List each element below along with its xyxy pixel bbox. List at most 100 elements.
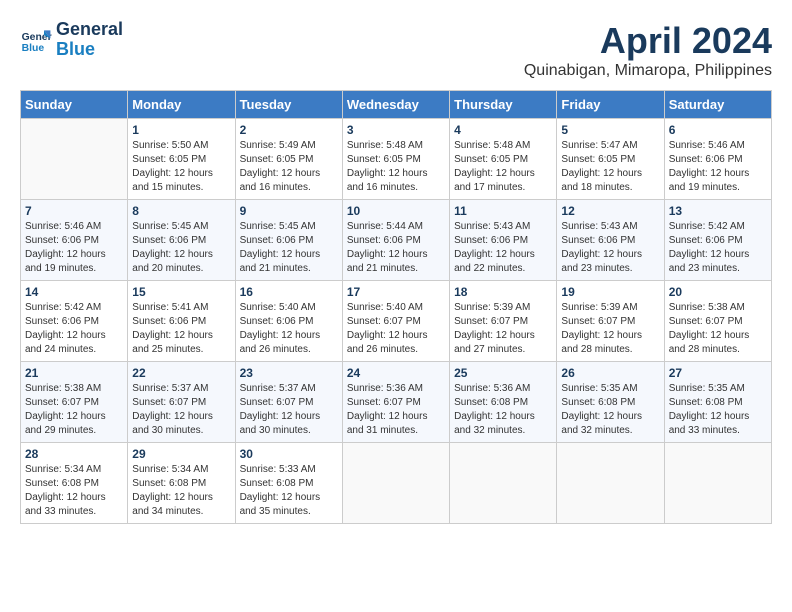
calendar-cell: 29 Sunrise: 5:34 AM Sunset: 6:08 PM Dayli… — [128, 443, 235, 524]
day-info: Sunrise: 5:40 AM Sunset: 6:07 PM Dayligh… — [347, 301, 445, 357]
day-info: Sunrise: 5:36 AM Sunset: 6:07 PM Dayligh… — [347, 382, 445, 438]
calendar-cell: 7Sunrise: 5:46 AM Sunset: 6:06 PM Daylig… — [21, 200, 128, 281]
calendar-cell: 27 Sunrise: 5:35 AM Sunset: 6:08 PM Dayli… — [664, 362, 771, 443]
day-number: 16 — [240, 285, 338, 299]
calendar-cell: 23Sunrise: 5:37 AM Sunset: 6:07 PM Dayli… — [235, 362, 342, 443]
day-number: 4 — [454, 123, 552, 137]
day-number: 22 — [132, 366, 230, 380]
calendar-cell: 26 Sunrise: 5:35 AM Sunset: 6:08 PM Dayli… — [557, 362, 664, 443]
weekday-header-cell: Wednesday — [342, 91, 449, 119]
calendar-cell: 30 Sunrise: 5:33 AM Sunset: 6:08 PM Dayli… — [235, 443, 342, 524]
logo-line2: Blue — [56, 40, 123, 60]
day-info: Sunrise: 5:39 AM Sunset: 6:07 PM Dayligh… — [561, 301, 659, 357]
weekday-header-cell: Tuesday — [235, 91, 342, 119]
day-info: Sunrise: 5:35 AM Sunset: 6:08 PM Dayligh… — [561, 382, 659, 438]
day-info: Sunrise: 5:48 AM Sunset: 6:05 PM Dayligh… — [347, 139, 445, 195]
day-number: 30 — [240, 447, 338, 461]
calendar-cell: 17 Sunrise: 5:40 AM Sunset: 6:07 PM Dayli… — [342, 281, 449, 362]
day-info: Sunrise: 5:33 AM Sunset: 6:08 PM Dayligh… — [240, 463, 338, 519]
day-info: Sunrise: 5:46 AM Sunset: 6:06 PM Dayligh… — [669, 139, 767, 195]
day-number: 14 — [25, 285, 123, 299]
calendar-cell: 16 Sunrise: 5:40 AM Sunset: 6:06 PM Dayli… — [235, 281, 342, 362]
calendar-cell: 10Sunrise: 5:44 AM Sunset: 6:06 PM Dayli… — [342, 200, 449, 281]
day-number: 13 — [669, 204, 767, 218]
calendar-cell: 11 Sunrise: 5:43 AM Sunset: 6:06 PM Dayli… — [450, 200, 557, 281]
day-number: 6 — [669, 123, 767, 137]
calendar-cell: 13 Sunrise: 5:42 AM Sunset: 6:06 PM Dayli… — [664, 200, 771, 281]
calendar-cell: 15 Sunrise: 5:41 AM Sunset: 6:06 PM Dayli… — [128, 281, 235, 362]
calendar-cell: 19 Sunrise: 5:39 AM Sunset: 6:07 PM Dayli… — [557, 281, 664, 362]
calendar-cell: 28Sunrise: 5:34 AM Sunset: 6:08 PM Dayli… — [21, 443, 128, 524]
day-number: 2 — [240, 123, 338, 137]
calendar-cell: 20 Sunrise: 5:38 AM Sunset: 6:07 PM Dayli… — [664, 281, 771, 362]
calendar-week-row: 28Sunrise: 5:34 AM Sunset: 6:08 PM Dayli… — [21, 443, 772, 524]
calendar-cell: 9 Sunrise: 5:45 AM Sunset: 6:06 PM Daylig… — [235, 200, 342, 281]
day-info: Sunrise: 5:48 AM Sunset: 6:05 PM Dayligh… — [454, 139, 552, 195]
logo-line1: General — [56, 20, 123, 40]
title-area: April 2024 Quinabigan, Mimaropa, Philipp… — [524, 20, 772, 80]
day-number: 1 — [132, 123, 230, 137]
header: General Blue General Blue April 2024 Qui… — [20, 20, 772, 80]
calendar-cell: 21Sunrise: 5:38 AM Sunset: 6:07 PM Dayli… — [21, 362, 128, 443]
day-info: Sunrise: 5:50 AM Sunset: 6:05 PM Dayligh… — [132, 139, 230, 195]
day-number: 27 — [669, 366, 767, 380]
calendar-week-row: 21Sunrise: 5:38 AM Sunset: 6:07 PM Dayli… — [21, 362, 772, 443]
calendar-cell: 8Sunrise: 5:45 AM Sunset: 6:06 PM Daylig… — [128, 200, 235, 281]
calendar-cell: 2 Sunrise: 5:49 AM Sunset: 6:05 PM Daylig… — [235, 119, 342, 200]
day-info: Sunrise: 5:49 AM Sunset: 6:05 PM Dayligh… — [240, 139, 338, 195]
location-title: Quinabigan, Mimaropa, Philippines — [524, 62, 772, 80]
day-number: 12 — [561, 204, 659, 218]
day-info: Sunrise: 5:40 AM Sunset: 6:06 PM Dayligh… — [240, 301, 338, 357]
day-info: Sunrise: 5:42 AM Sunset: 6:06 PM Dayligh… — [669, 220, 767, 276]
day-info: Sunrise: 5:47 AM Sunset: 6:05 PM Dayligh… — [561, 139, 659, 195]
calendar-cell: 3 Sunrise: 5:48 AM Sunset: 6:05 PM Daylig… — [342, 119, 449, 200]
day-info: Sunrise: 5:45 AM Sunset: 6:06 PM Dayligh… — [132, 220, 230, 276]
day-number: 17 — [347, 285, 445, 299]
svg-text:Blue: Blue — [22, 43, 45, 54]
day-number: 11 — [454, 204, 552, 218]
day-info: Sunrise: 5:38 AM Sunset: 6:07 PM Dayligh… — [669, 301, 767, 357]
day-number: 15 — [132, 285, 230, 299]
calendar-cell: 5 Sunrise: 5:47 AM Sunset: 6:05 PM Daylig… — [557, 119, 664, 200]
weekday-header-row: SundayMondayTuesdayWednesdayThursdayFrid… — [21, 91, 772, 119]
calendar-week-row: 7Sunrise: 5:46 AM Sunset: 6:06 PM Daylig… — [21, 200, 772, 281]
month-title: April 2024 — [524, 20, 772, 62]
day-number: 20 — [669, 285, 767, 299]
day-number: 26 — [561, 366, 659, 380]
day-info: Sunrise: 5:44 AM Sunset: 6:06 PM Dayligh… — [347, 220, 445, 276]
day-info: Sunrise: 5:34 AM Sunset: 6:08 PM Dayligh… — [25, 463, 123, 519]
weekday-header-cell: Monday — [128, 91, 235, 119]
day-number: 24 — [347, 366, 445, 380]
day-info: Sunrise: 5:36 AM Sunset: 6:08 PM Dayligh… — [454, 382, 552, 438]
calendar-cell: 14Sunrise: 5:42 AM Sunset: 6:06 PM Dayli… — [21, 281, 128, 362]
day-number: 25 — [454, 366, 552, 380]
day-info: Sunrise: 5:35 AM Sunset: 6:08 PM Dayligh… — [669, 382, 767, 438]
day-number: 19 — [561, 285, 659, 299]
day-info: Sunrise: 5:43 AM Sunset: 6:06 PM Dayligh… — [454, 220, 552, 276]
calendar-cell — [664, 443, 771, 524]
day-info: Sunrise: 5:39 AM Sunset: 6:07 PM Dayligh… — [454, 301, 552, 357]
day-number: 18 — [454, 285, 552, 299]
weekday-header-cell: Thursday — [450, 91, 557, 119]
weekday-header-cell: Sunday — [21, 91, 128, 119]
day-info: Sunrise: 5:34 AM Sunset: 6:08 PM Dayligh… — [132, 463, 230, 519]
day-info: Sunrise: 5:41 AM Sunset: 6:06 PM Dayligh… — [132, 301, 230, 357]
calendar-cell: 1 Sunrise: 5:50 AM Sunset: 6:05 PM Daylig… — [128, 119, 235, 200]
day-number: 3 — [347, 123, 445, 137]
weekday-header-cell: Saturday — [664, 91, 771, 119]
day-number: 23 — [240, 366, 338, 380]
logo-icon: General Blue — [20, 24, 52, 56]
day-number: 9 — [240, 204, 338, 218]
day-number: 29 — [132, 447, 230, 461]
calendar-cell: 4 Sunrise: 5:48 AM Sunset: 6:05 PM Daylig… — [450, 119, 557, 200]
calendar-cell: 18 Sunrise: 5:39 AM Sunset: 6:07 PM Dayli… — [450, 281, 557, 362]
day-info: Sunrise: 5:46 AM Sunset: 6:06 PM Dayligh… — [25, 220, 123, 276]
day-info: Sunrise: 5:45 AM Sunset: 6:06 PM Dayligh… — [240, 220, 338, 276]
calendar-cell — [21, 119, 128, 200]
calendar-week-row: 14Sunrise: 5:42 AM Sunset: 6:06 PM Dayli… — [21, 281, 772, 362]
calendar-cell — [450, 443, 557, 524]
calendar-body: 1 Sunrise: 5:50 AM Sunset: 6:05 PM Daylig… — [21, 119, 772, 524]
calendar-cell: 22Sunrise: 5:37 AM Sunset: 6:07 PM Dayli… — [128, 362, 235, 443]
calendar-cell: 25 Sunrise: 5:36 AM Sunset: 6:08 PM Dayli… — [450, 362, 557, 443]
day-number: 5 — [561, 123, 659, 137]
